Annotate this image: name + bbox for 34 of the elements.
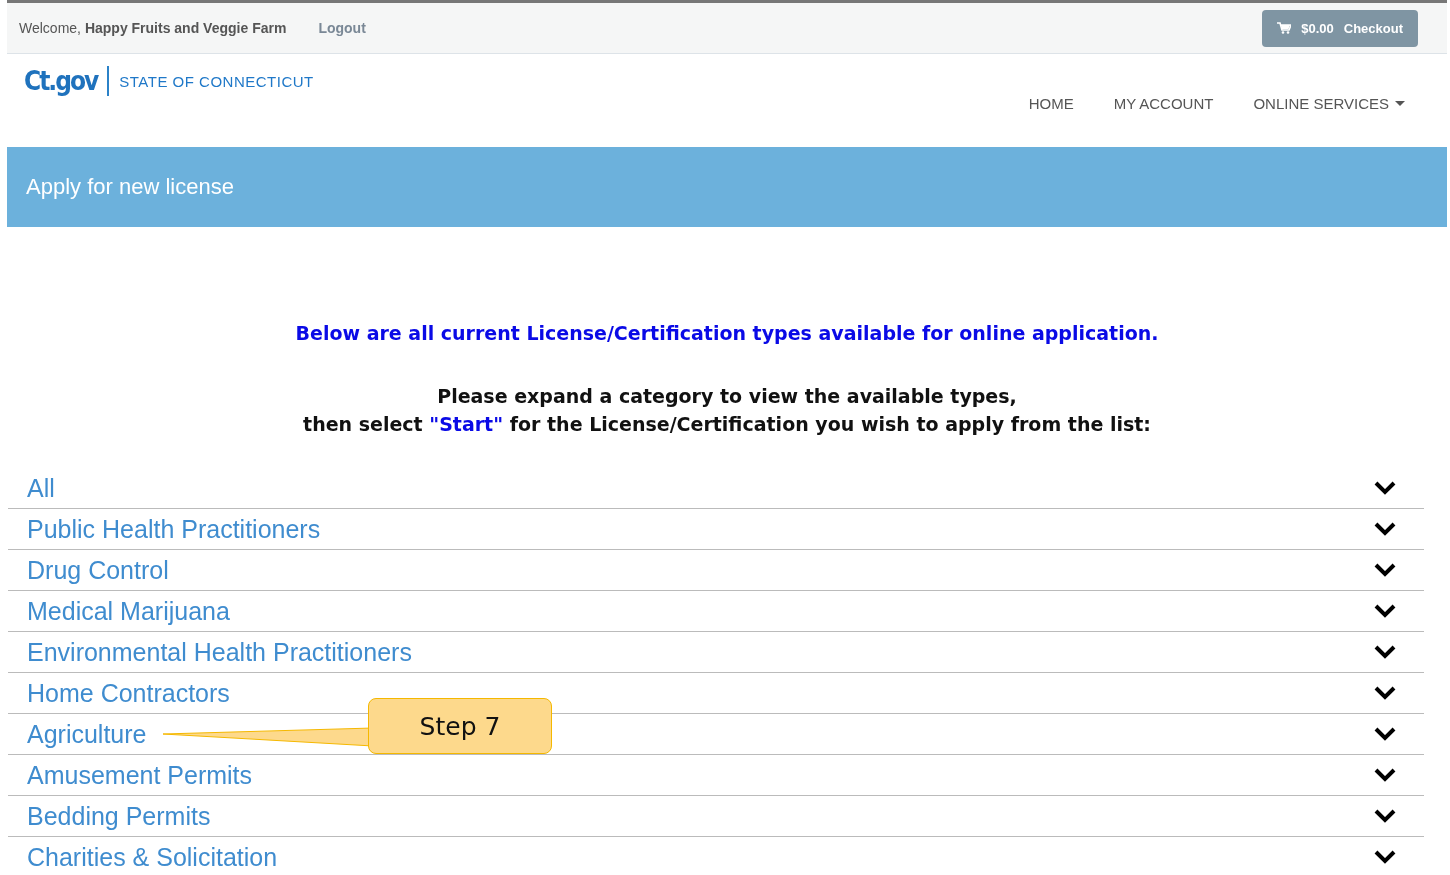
callout-label: Step 7 <box>368 698 552 754</box>
chevron-down-icon[interactable] <box>1373 603 1397 619</box>
chevron-down-icon[interactable] <box>1373 562 1397 578</box>
page-banner: Apply for new license <box>7 147 1447 227</box>
category-link[interactable]: Environmental Health Practitioners <box>27 637 412 667</box>
category-link[interactable]: Amusement Permits <box>27 760 253 790</box>
chevron-down-icon[interactable] <box>1373 726 1397 742</box>
category-link[interactable]: Agriculture <box>27 719 147 749</box>
instruction-text: then select "Start" for the License/Certification you wish to apply from the list: <box>302 412 1152 437</box>
chevron-down-icon[interactable] <box>1373 644 1397 660</box>
checkout-button[interactable]: $0.00 Checkout <box>1262 9 1418 47</box>
logout-link[interactable]: Logout <box>318 20 366 36</box>
nav-link[interactable]: HOME <box>1028 94 1074 112</box>
chevron-down-icon[interactable] <box>1373 849 1397 865</box>
category-link[interactable]: All <box>27 473 55 503</box>
chevron-down-icon[interactable] <box>1373 480 1397 496</box>
chevron-down-icon[interactable] <box>1373 685 1397 701</box>
logo-text: Ct.gov <box>24 66 98 96</box>
category-link[interactable]: Home Contractors <box>27 678 230 708</box>
chevron-down-icon[interactable] <box>1373 767 1397 783</box>
chevron-down-icon[interactable] <box>1373 808 1397 824</box>
state-name: STATE OF CONNECTICUT <box>119 72 314 90</box>
nav-link[interactable]: ONLINE SERVICES <box>1253 94 1405 112</box>
cart-icon <box>1277 22 1292 34</box>
welcome-text: Welcome, Happy Fruits and Veggie Farm <box>19 20 287 36</box>
intro-heading: Below are all current License/Certification types available for online application. <box>294 322 1160 344</box>
category-link[interactable]: Medical Marijuana <box>27 596 230 626</box>
instruction-text: Please expand a category to view the available types, <box>436 384 1018 409</box>
category-link[interactable]: Bedding Permits <box>27 801 211 831</box>
category-link[interactable]: Drug Control <box>27 555 169 585</box>
chevron-down-icon[interactable] <box>1373 521 1397 537</box>
category-link[interactable]: Charities & Solicitation <box>27 842 278 872</box>
category-link[interactable]: Public Health Practitioners <box>27 514 321 544</box>
nav-link[interactable]: MY ACCOUNT <box>1113 94 1214 112</box>
